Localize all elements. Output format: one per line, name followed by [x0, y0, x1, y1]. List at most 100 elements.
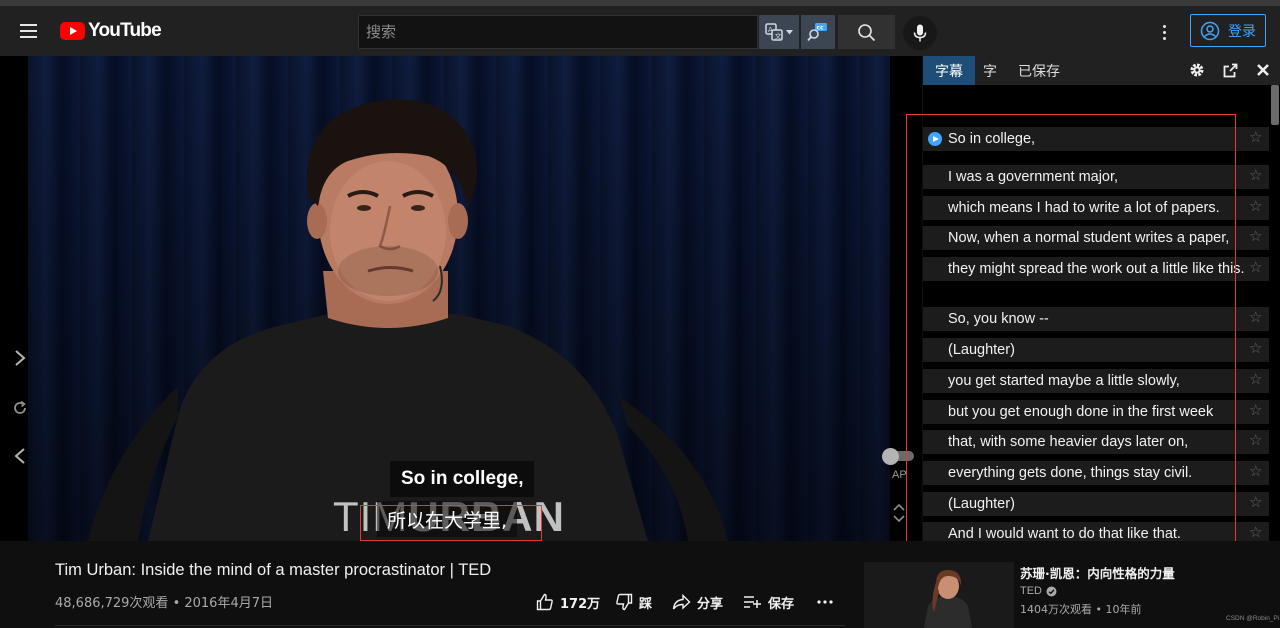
transcript-line[interactable]: everything gets done, things stay civil.…	[923, 461, 1269, 485]
star-icon[interactable]: ☆	[1249, 130, 1265, 146]
star-icon[interactable]: ☆	[1249, 168, 1265, 184]
svg-text:cc: cc	[817, 25, 825, 32]
save-button[interactable]: 保存	[743, 591, 794, 613]
star-icon[interactable]: ☆	[1249, 525, 1265, 541]
search-icon	[858, 23, 876, 41]
logo-text: YouTube	[88, 20, 162, 41]
expand-collapse-icon[interactable]	[891, 502, 907, 524]
translate-extension-button[interactable]: A 文	[759, 15, 799, 49]
transcript-text: So in college,	[948, 131, 1036, 147]
youtube-play-icon	[60, 22, 85, 40]
star-icon[interactable]: ☆	[1249, 403, 1265, 419]
svg-text:文: 文	[775, 32, 782, 41]
transcript-text: I was a government major,	[948, 169, 1119, 185]
login-button[interactable]: 登录	[1190, 14, 1266, 47]
autoplay-toggle[interactable]	[882, 448, 914, 465]
close-icon[interactable]	[1254, 61, 1272, 79]
thumbs-up-icon	[536, 593, 553, 611]
transcript-line[interactable]: Now, when a normal student writes a pape…	[923, 226, 1269, 250]
tab-words[interactable]: 字	[971, 56, 1009, 85]
star-icon[interactable]: ☆	[1249, 199, 1265, 215]
transcript-line[interactable]: but you get enough done in the first wee…	[923, 400, 1269, 424]
chevron-down-icon	[786, 29, 793, 34]
star-icon[interactable]: ☆	[1249, 433, 1265, 449]
now-playing-icon	[928, 132, 942, 146]
video-info: Tim Urban: Inside the mind of a master p…	[0, 541, 1280, 628]
youtube-logo[interactable]: YouTube	[60, 20, 162, 42]
transcript-text: So, you know --	[948, 311, 1049, 327]
next-arrow-icon[interactable]	[10, 348, 30, 368]
settings-gear-icon[interactable]	[1188, 61, 1206, 79]
like-button[interactable]: 172万	[536, 591, 600, 613]
save-label: 保存	[768, 596, 795, 612]
voice-search-button[interactable]	[903, 16, 937, 50]
star-icon[interactable]: ☆	[1249, 310, 1265, 326]
autoplay-label: AP	[892, 469, 907, 481]
transcript-text: Now, when a normal student writes a pape…	[948, 230, 1230, 246]
caption-annotation-box	[360, 505, 542, 541]
tab-subtitles[interactable]: 字幕	[923, 56, 975, 85]
search-button[interactable]	[838, 15, 895, 49]
transcript-line[interactable]: they might spread the work out a little …	[923, 257, 1269, 281]
hamburger-menu-icon[interactable]	[14, 14, 44, 48]
transcript-line[interactable]: you get started maybe a little slowly, ☆	[923, 369, 1269, 393]
video-player[interactable]: TIMURBAN So in college, 所以在大学里, AP	[0, 56, 922, 541]
account-icon	[1200, 21, 1220, 40]
transcript-line[interactable]: that, with some heavier days later on, ☆	[923, 430, 1269, 454]
transcript-text: that, with some heavier days later on,	[948, 434, 1189, 450]
more-options-icon[interactable]	[1154, 19, 1174, 45]
popout-icon[interactable]	[1221, 61, 1239, 79]
transcript-line[interactable]: I was a government major, ☆	[923, 165, 1269, 189]
star-icon[interactable]: ☆	[1249, 341, 1265, 357]
transcript-line[interactable]: So, you know -- ☆	[923, 307, 1269, 331]
svg-text:A: A	[768, 26, 773, 34]
transcript-text: (Laughter)	[948, 342, 1015, 358]
replay-icon[interactable]	[10, 398, 30, 418]
transcript-line[interactable]: which means I had to write a lot of pape…	[923, 196, 1269, 220]
masthead: YouTube A 文 cc	[0, 6, 1280, 56]
dislike-button[interactable]: 踩	[615, 591, 652, 613]
share-icon	[672, 594, 691, 610]
star-icon[interactable]: ☆	[1249, 260, 1265, 276]
transcript-text: they might spread the work out a little …	[948, 261, 1245, 277]
transcript-line[interactable]: (Laughter) ☆	[923, 492, 1269, 516]
search-box	[358, 15, 758, 49]
verified-check-icon	[1046, 586, 1057, 596]
previous-arrow-icon[interactable]	[10, 446, 30, 466]
recommended-channel[interactable]: TED	[1020, 585, 1057, 597]
transcript-text: everything gets done, things stay civil.	[948, 465, 1193, 481]
watermark: CSDN @Robin_Pi	[1226, 615, 1280, 622]
recommended-title[interactable]: 苏珊·凯恩：内向性格的力量	[1020, 563, 1175, 582]
autoplay-knob	[882, 448, 899, 465]
transcript-line[interactable]: And I would want to do that like that. ☆	[923, 522, 1269, 541]
panel-tab-bar: 字幕 字 已保存	[923, 56, 1280, 85]
recommended-channel-name: TED	[1020, 585, 1042, 597]
subtitle-search-icon: cc	[807, 23, 827, 42]
transcript-text: (Laughter)	[948, 496, 1015, 512]
transcript-text: but you get enough done in the first wee…	[948, 404, 1214, 420]
transcript-text: And I would want to do that like that.	[948, 526, 1181, 541]
share-label: 分享	[697, 596, 724, 612]
recommended-meta: 1404万次观看 • 10年前	[1020, 603, 1142, 616]
video-meta: 48,686,729次观看 • 2016年4月7日	[55, 596, 273, 611]
login-label: 登录	[1228, 22, 1256, 39]
recommended-thumbnail[interactable]	[864, 562, 1014, 628]
divider	[55, 625, 845, 626]
add-to-playlist-icon	[744, 596, 761, 608]
tab-saved[interactable]: 已保存	[1006, 56, 1072, 85]
star-icon[interactable]: ☆	[1249, 464, 1265, 480]
search-input[interactable]	[359, 16, 757, 48]
star-icon[interactable]: ☆	[1249, 372, 1265, 388]
more-actions-icon[interactable]	[817, 591, 833, 613]
star-icon[interactable]: ☆	[1249, 495, 1265, 511]
share-button[interactable]: 分享	[672, 591, 723, 613]
transcript-text: you get started maybe a little slowly,	[948, 373, 1180, 389]
transcript-line[interactable]: (Laughter) ☆	[923, 338, 1269, 362]
thumbs-down-icon	[616, 593, 633, 611]
video-title: Tim Urban: Inside the mind of a master p…	[55, 561, 492, 579]
star-icon[interactable]: ☆	[1249, 229, 1265, 245]
transcript-line[interactable]: So in college, ☆	[923, 127, 1269, 151]
like-count: 172万	[560, 596, 601, 612]
subtitle-search-button[interactable]: cc	[801, 15, 835, 49]
transcript-text: which means I had to write a lot of pape…	[948, 200, 1220, 216]
